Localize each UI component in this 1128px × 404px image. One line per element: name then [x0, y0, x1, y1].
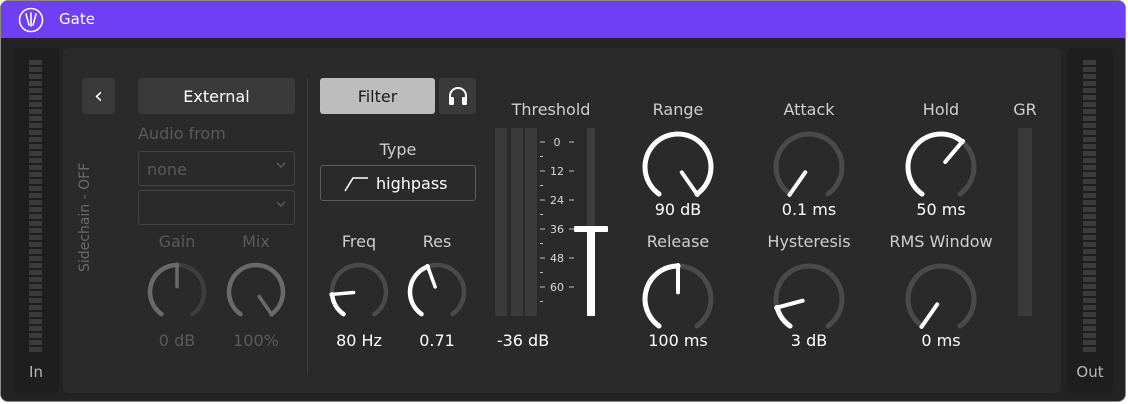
scale-label: 48 [550, 252, 564, 265]
hysteresis-label: Hysteresis [767, 232, 851, 251]
scale-label: 24 [550, 194, 564, 207]
gain-label: Gain [158, 232, 196, 251]
range-knob[interactable] [638, 127, 718, 207]
title-bar: Gate [1, 1, 1125, 38]
attack-knob[interactable] [769, 127, 849, 207]
release-value: 100 ms [648, 331, 708, 350]
scale-label: 36 [550, 223, 564, 236]
range-value: 90 dB [654, 200, 702, 219]
filter-type-select[interactable]: highpass [320, 165, 476, 201]
input-meter: In [13, 48, 59, 393]
input-meter-label: In [29, 363, 43, 381]
gate-window: Gate In Out ‹ Sidechain - OFF External A… [0, 0, 1126, 402]
hold-knob[interactable] [901, 127, 981, 207]
freq-knob[interactable] [327, 260, 391, 324]
sidechain-status-label: Sidechain - OFF [77, 162, 93, 272]
gain-value: 0 dB [158, 331, 196, 350]
threshold-meter-right [511, 128, 523, 316]
scale-label: 0 [554, 136, 561, 149]
listen-filter-button[interactable] [439, 78, 476, 114]
threshold-slider-fill [587, 229, 595, 316]
res-knob[interactable] [405, 260, 469, 324]
filter-type-label: Type [379, 140, 417, 159]
threshold-value: -36 dB [496, 331, 550, 350]
hold-value: 50 ms [916, 200, 966, 219]
output-meter-label: Out [1076, 363, 1104, 381]
audio-from-value: none [147, 160, 187, 179]
freq-label: Freq [341, 232, 377, 251]
freq-value: 80 Hz [336, 331, 382, 350]
hysteresis-value: 3 dB [790, 331, 828, 350]
highpass-shape-icon [344, 177, 368, 192]
section-divider [307, 78, 308, 373]
output-meter: Out [1067, 48, 1113, 393]
filter-button[interactable]: Filter [320, 78, 435, 114]
range-label: Range [652, 100, 704, 119]
mix-knob[interactable] [224, 260, 288, 324]
attack-value: 0.1 ms [781, 200, 837, 219]
rms-window-knob[interactable] [901, 259, 981, 339]
release-label: Release [646, 232, 710, 251]
gr-label: GR [1013, 100, 1037, 119]
input-meter-segments [29, 60, 42, 352]
hold-label: Hold [922, 100, 960, 119]
sidechain-collapse-button[interactable]: ‹ [82, 78, 115, 114]
audio-channel-select[interactable] [138, 190, 295, 225]
headphones-icon [448, 87, 467, 105]
output-meter-segments [1083, 60, 1096, 352]
threshold-meter-left [495, 128, 507, 316]
filter-type-value: highpass [376, 174, 448, 193]
gain-knob[interactable] [145, 260, 209, 324]
rms-window-label: RMS Window [889, 232, 993, 251]
scale-label: 12 [550, 165, 564, 178]
gate-panel: ‹ Sidechain - OFF External Audio from no… [63, 48, 1061, 393]
mix-value: 100% [233, 331, 279, 350]
chevron-down-icon [276, 162, 286, 169]
release-knob[interactable] [638, 259, 718, 339]
audio-from-label: Audio from [138, 124, 226, 143]
threshold-label: Threshold [511, 100, 591, 119]
threshold-slider-track[interactable] [587, 128, 595, 316]
res-label: Res [422, 232, 452, 251]
gain-reduction-meter [1018, 128, 1032, 316]
res-value: 0.71 [419, 331, 455, 350]
app-logo-icon [18, 7, 44, 33]
mix-label: Mix [242, 232, 270, 251]
chevron-left-icon: ‹ [94, 83, 103, 109]
attack-label: Attack [783, 100, 835, 119]
window-title: Gate [59, 10, 95, 28]
threshold-scale: 0 12 24 36 48 60 [540, 136, 574, 302]
chevron-down-icon [276, 201, 286, 208]
threshold-meter-sidechain [525, 128, 537, 316]
threshold-slider-handle[interactable] [574, 226, 608, 232]
plugin-body: In Out ‹ Sidechain - OFF External Audio … [1, 38, 1125, 401]
scale-label: 60 [550, 281, 564, 294]
audio-from-select[interactable]: none [138, 151, 295, 186]
external-button[interactable]: External [138, 78, 295, 114]
rms-window-value: 0 ms [921, 331, 961, 350]
hysteresis-knob[interactable] [769, 259, 849, 339]
